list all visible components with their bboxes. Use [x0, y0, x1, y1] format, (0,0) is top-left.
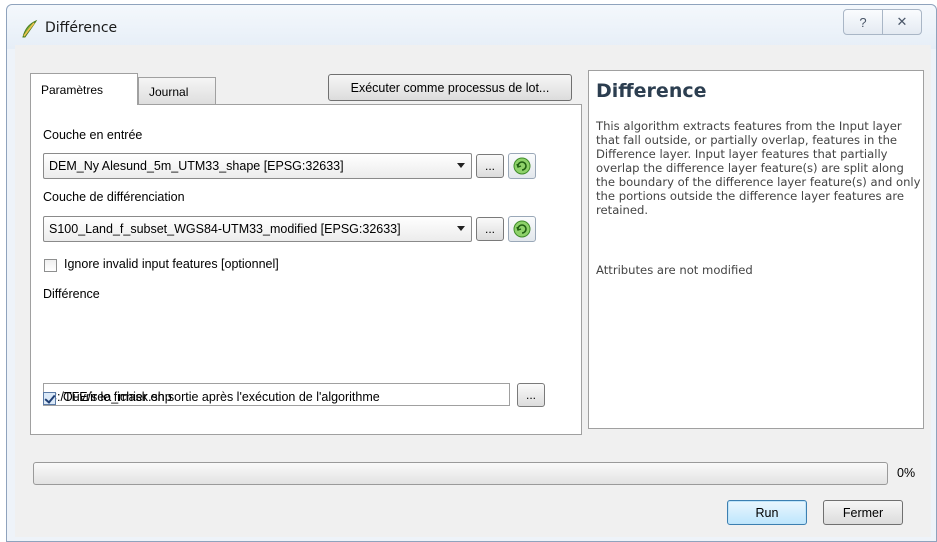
close-window-button[interactable]: ✕ [882, 9, 922, 35]
open-output-checkbox[interactable] [43, 392, 56, 405]
progress-bar [33, 462, 888, 485]
iterate-icon [513, 220, 531, 238]
help-title: Difference [596, 80, 707, 102]
overlay-layer-value: S100_Land_f_subset_WGS84-UTM33_modified … [49, 222, 401, 236]
overlay-layer-iterate-button[interactable] [508, 216, 536, 242]
help-panel: Difference This algorithm extracts featu… [588, 70, 924, 429]
run-button[interactable]: Run [727, 500, 807, 525]
input-layer-iterate-button[interactable] [508, 153, 536, 179]
tab-parametres[interactable]: Paramètres [30, 73, 138, 105]
output-label: Différence [43, 287, 100, 301]
help-button[interactable]: ? [843, 9, 883, 35]
parameters-tab-page: Couche en entrée DEM_Ny Alesund_5m_UTM33… [30, 104, 582, 435]
progress-percent: 0% [897, 466, 916, 480]
tab-journal[interactable]: Journal [138, 77, 216, 105]
iterate-icon [513, 157, 531, 175]
qgis-logo-icon [22, 19, 38, 38]
ignore-invalid-checkbox[interactable] [44, 259, 57, 272]
input-layer-browse-button[interactable]: ... [476, 154, 504, 178]
help-description: This algorithm extracts features from th… [596, 119, 921, 217]
batch-process-button[interactable]: Exécuter comme processus de lot... [328, 74, 572, 101]
input-layer-value: DEM_Ny Alesund_5m_UTM33_shape [EPSG:3263… [49, 159, 344, 173]
input-layer-select[interactable]: DEM_Ny Alesund_5m_UTM33_shape [EPSG:3263… [43, 153, 472, 179]
help-icon: ? [859, 14, 867, 30]
ignore-invalid-label[interactable]: Ignore invalid input features [optionnel… [64, 257, 279, 271]
title-bar[interactable]: Différence ? ✕ [7, 5, 936, 49]
output-browse-button[interactable]: ... [517, 383, 545, 407]
help-attributes-note: Attributes are not modified [596, 263, 753, 277]
input-layer-label: Couche en entrée [43, 128, 143, 142]
overlay-layer-label: Couche de différenciation [43, 190, 185, 204]
chevron-down-icon [457, 163, 465, 168]
overlay-layer-select[interactable]: S100_Land_f_subset_WGS84-UTM33_modified … [43, 216, 472, 242]
overlay-layer-browse-button[interactable]: ... [476, 217, 504, 241]
close-button[interactable]: Fermer [823, 500, 903, 525]
chevron-down-icon [457, 226, 465, 231]
parameters-panel: Paramètres Journal Exécuter comme proces… [30, 73, 582, 435]
dialog-content: Paramètres Journal Exécuter comme proces… [15, 45, 931, 537]
window-title: Différence [45, 20, 118, 36]
close-icon: ✕ [896, 14, 908, 29]
open-output-label[interactable]: Ouvrir le fichier en sortie après l'exéc… [63, 390, 380, 404]
dialog-window: Différence ? ✕ Paramètres Journal Exécut… [6, 4, 937, 542]
